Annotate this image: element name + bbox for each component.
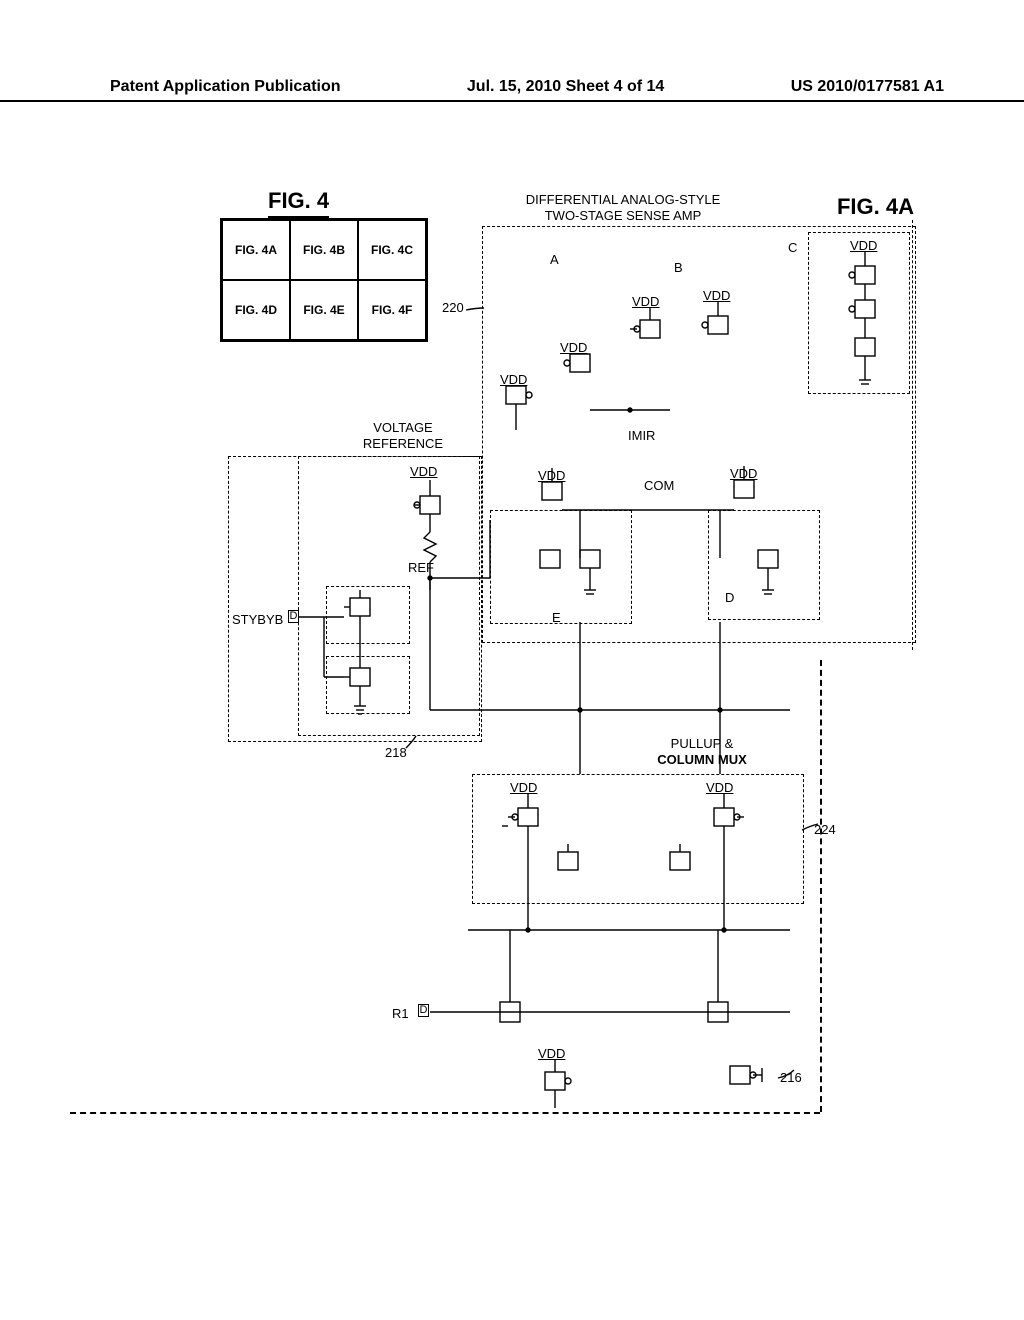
header-center: Jul. 15, 2010 Sheet 4 of 14 bbox=[467, 78, 664, 96]
header-left: Patent Application Publication bbox=[110, 78, 341, 96]
header-right: US 2010/0177581 A1 bbox=[791, 78, 944, 96]
patent-header: Patent Application Publication Jul. 15, … bbox=[0, 78, 1024, 102]
schematic-svg bbox=[70, 110, 954, 1120]
figure-area: FIG. 4 FIG. 4A FIG. 4B FIG. 4C FIG. 4D F… bbox=[70, 110, 954, 1190]
